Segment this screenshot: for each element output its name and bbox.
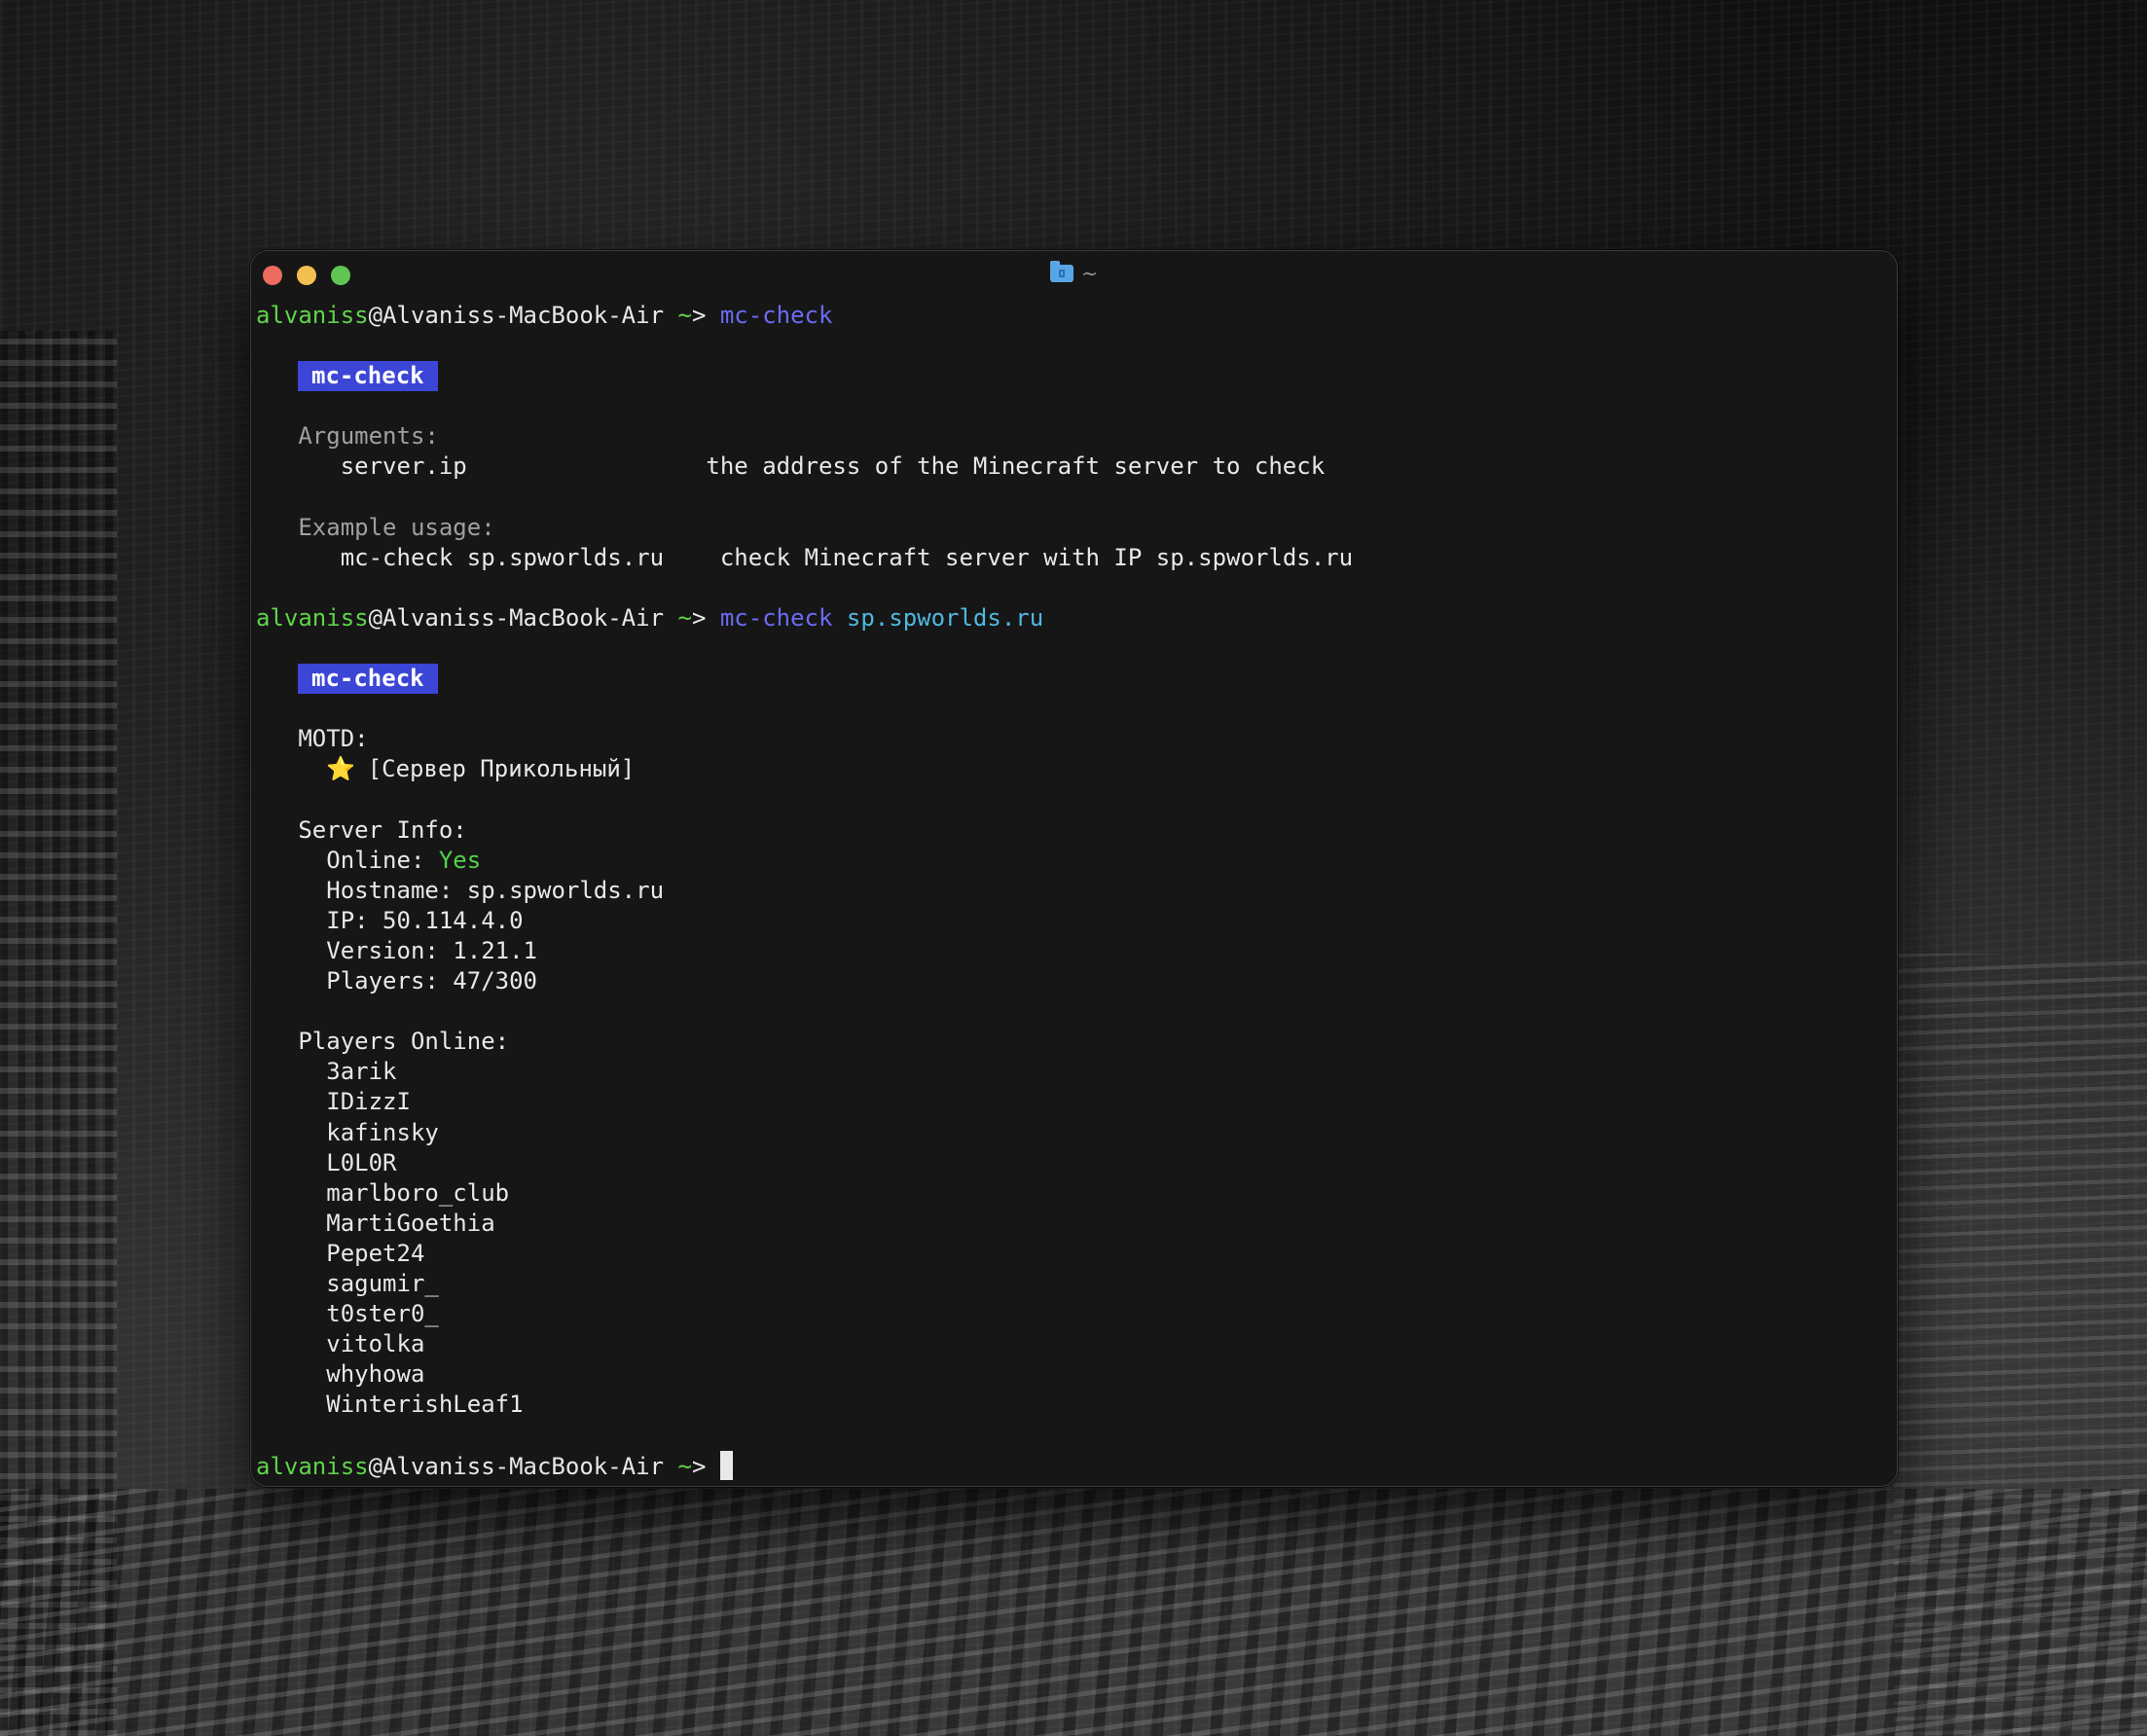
player-name: WinterishLeaf1 xyxy=(326,1391,524,1419)
star-icon: ⭐ xyxy=(326,755,356,783)
server-info-header: Server Info: xyxy=(298,815,467,844)
player-list-item: sagumir_ xyxy=(256,1269,1887,1299)
example-header: Example usage: xyxy=(298,513,495,541)
example-header-line: Example usage: xyxy=(256,513,1887,543)
arguments-header-line: Arguments: xyxy=(256,421,1887,452)
players-count-line: Players: 47/300 xyxy=(256,966,1887,996)
terminal-output[interactable]: alvaniss@Alvaniss-MacBook-Air ~> mc-chec… xyxy=(256,301,1887,1481)
server-info-header-line: Server Info: xyxy=(256,815,1887,846)
wallpaper-city-bottom xyxy=(0,1489,2147,1736)
version-line: Version: 1.21.1 xyxy=(256,936,1887,966)
command-text: mc-check xyxy=(719,302,833,329)
arguments-header: Arguments: xyxy=(298,422,439,451)
result-badge: mc-check xyxy=(298,664,438,695)
players-count: Players: 47/300 xyxy=(326,967,537,995)
player-name: vitolka xyxy=(326,1330,425,1358)
prompt-host: @Alvaniss-MacBook-Air xyxy=(368,603,665,632)
argument-description: the address of the Minecraft server to c… xyxy=(706,452,1326,481)
ip-line: IP: 50.114.4.0 xyxy=(256,906,1887,936)
player-list-item: L0L0R xyxy=(256,1148,1887,1178)
player-list-item: t0ster0_ xyxy=(256,1299,1887,1329)
argument-name: server.ip xyxy=(340,452,467,481)
hostname-line: Hostname: sp.spworlds.ru xyxy=(256,876,1887,906)
player-list-item: whyhowa xyxy=(256,1359,1887,1390)
players-online-header: Players Online: xyxy=(298,1028,510,1056)
example-description: check Minecraft server with IP sp.spworl… xyxy=(719,543,1354,571)
prompt-user: alvaniss xyxy=(256,603,369,632)
motd-header-line: MOTD: xyxy=(256,724,1887,754)
version-value: Version: 1.21.1 xyxy=(326,936,537,964)
prompt-line: alvaniss@Alvaniss-MacBook-Air ~> mc-chec… xyxy=(256,603,1887,633)
example-command: mc-check sp.spworlds.ru xyxy=(340,543,665,571)
player-list-item: MartiGoethia xyxy=(256,1209,1887,1239)
online-label: Online: xyxy=(326,846,425,874)
prompt-arrow: > xyxy=(691,302,707,329)
player-list-item: WinterishLeaf1 xyxy=(256,1390,1887,1420)
online-status: Yes xyxy=(438,846,482,874)
prompt-line-active[interactable]: alvaniss@Alvaniss-MacBook-Air ~> xyxy=(256,1450,1887,1481)
player-name: Pepet24 xyxy=(326,1239,425,1267)
player-name: MartiGoethia xyxy=(326,1209,495,1237)
prompt-user: alvaniss xyxy=(256,1452,369,1480)
terminal-titlebar[interactable]: ~ xyxy=(251,251,1897,294)
prompt-arrow: > xyxy=(691,603,707,632)
prompt-arrow: > xyxy=(691,1452,707,1480)
help-badge: mc-check xyxy=(298,361,438,392)
prompt-user: alvaniss xyxy=(256,302,369,329)
prompt-line: alvaniss@Alvaniss-MacBook-Air ~> mc-chec… xyxy=(256,301,1887,331)
prompt-path: ~ xyxy=(677,302,692,329)
player-name: sagumir_ xyxy=(326,1270,439,1297)
player-name: 3arik xyxy=(326,1058,397,1086)
player-name: IDizzI xyxy=(326,1088,411,1116)
player-list-item: IDizzI xyxy=(256,1087,1887,1117)
motd-text: [Сервер Прикольный] xyxy=(367,755,636,783)
window-title-text: ~ xyxy=(1081,262,1098,285)
motd-header: MOTD: xyxy=(298,725,369,753)
player-name: kafinsky xyxy=(326,1118,439,1146)
prompt-path: ~ xyxy=(677,603,692,632)
player-name: whyhowa xyxy=(326,1360,425,1389)
players-header-line: Players Online: xyxy=(256,1027,1887,1057)
prompt-path: ~ xyxy=(677,1452,692,1480)
player-list-item: 3arik xyxy=(256,1057,1887,1087)
prompt-host: @Alvaniss-MacBook-Air xyxy=(368,302,665,329)
command-argument: sp.spworlds.ru xyxy=(846,603,1044,632)
motd-line: ⭐ [Сервер Прикольный] xyxy=(256,754,1887,784)
window-title: ~ xyxy=(251,261,1897,286)
argument-line: server.ip the address of the Minecraft s… xyxy=(256,452,1887,482)
ip-value: IP: 50.114.4.0 xyxy=(326,906,524,934)
hostname-value: Hostname: sp.spworlds.ru xyxy=(326,876,665,904)
text-cursor[interactable] xyxy=(719,1450,733,1480)
online-line: Online: Yes xyxy=(256,846,1887,876)
prompt-host: @Alvaniss-MacBook-Air xyxy=(368,1452,665,1480)
player-name: t0ster0_ xyxy=(326,1300,439,1328)
command-text: mc-check xyxy=(719,603,833,632)
example-line: mc-check sp.spworlds.ru check Minecraft … xyxy=(256,543,1887,573)
help-badge-line: mc-check xyxy=(256,361,1887,392)
player-list-item: marlboro_club xyxy=(256,1178,1887,1209)
terminal-window[interactable]: ~ alvaniss@Alvaniss-MacBook-Air ~> mc-ch… xyxy=(250,250,1898,1487)
folder-icon xyxy=(1050,261,1074,282)
player-name: L0L0R xyxy=(326,1148,397,1176)
player-name: marlboro_club xyxy=(326,1178,510,1207)
player-list-item: Pepet24 xyxy=(256,1239,1887,1269)
player-list-item: kafinsky xyxy=(256,1118,1887,1148)
player-list-item: vitolka xyxy=(256,1329,1887,1359)
result-badge-line: mc-check xyxy=(256,664,1887,695)
